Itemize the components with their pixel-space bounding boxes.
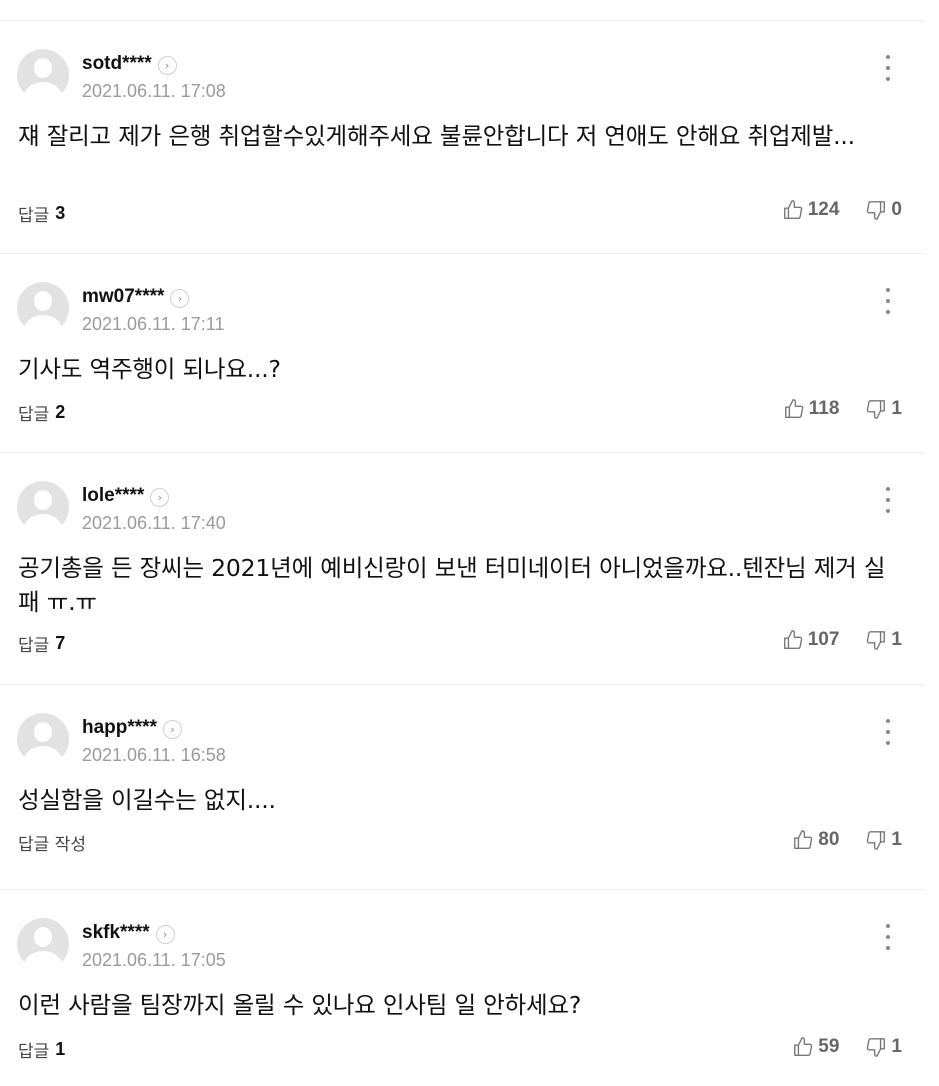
comment-timestamp: 2021.06.11. 17:08 xyxy=(82,81,226,101)
avatar[interactable] xyxy=(17,481,69,533)
more-vertical-icon[interactable] xyxy=(878,288,898,314)
dislike-button[interactable]: 1 xyxy=(865,629,902,651)
comment-item: mw07**** › 2021.06.11. 17:11 기사도 역주행이 되나… xyxy=(0,254,924,453)
avatar[interactable] xyxy=(17,282,69,334)
comment-text: 성실함을 이길수는 없지.... xyxy=(18,786,276,814)
reply-count: 2 xyxy=(55,402,66,422)
comment-item: lole**** › 2021.06.11. 17:40 공기총을 든 장씨는 … xyxy=(0,453,924,685)
like-count: 107 xyxy=(807,629,840,650)
avatar[interactable] xyxy=(17,918,69,970)
reply-label: 답글 xyxy=(18,206,50,226)
reply-label: 답글 xyxy=(18,636,50,656)
like-count: 124 xyxy=(807,199,840,220)
chevron-right-icon[interactable]: › xyxy=(155,925,175,944)
thumbs-up-icon xyxy=(783,200,802,219)
dislike-count: 0 xyxy=(891,199,902,220)
comment-item: happ**** › 2021.06.11. 16:58 성실함을 이길수는 없… xyxy=(0,685,924,890)
dislike-button[interactable]: 1 xyxy=(865,1036,902,1058)
dislike-count: 1 xyxy=(891,629,902,650)
comment-username[interactable]: lole**** xyxy=(82,485,144,507)
comment-text: 이런 사람을 팀장까지 올릴 수 있나요 인사팀 일 안하세요? xyxy=(18,991,582,1019)
reply-button[interactable]: 답글 3 xyxy=(18,201,65,226)
thumbs-down-icon xyxy=(867,400,886,419)
dislike-count: 1 xyxy=(891,398,902,419)
like-button[interactable]: 107 xyxy=(782,629,840,651)
like-button[interactable]: 118 xyxy=(783,398,840,420)
chevron-right-icon[interactable]: › xyxy=(162,720,182,739)
chevron-right-icon[interactable]: › xyxy=(150,488,170,507)
like-count: 118 xyxy=(808,398,840,419)
avatar[interactable] xyxy=(17,713,69,765)
like-button[interactable]: 59 xyxy=(792,1036,839,1058)
reply-label: 답글 작성 xyxy=(18,835,86,855)
comment-list: sotd**** › 2021.06.11. 17:08 쟤 잘리고 제가 은행… xyxy=(0,0,939,1086)
thumbs-up-icon xyxy=(784,399,804,418)
like-button[interactable]: 80 xyxy=(792,829,839,851)
dislike-count: 1 xyxy=(891,829,902,850)
like-button[interactable]: 124 xyxy=(782,199,840,221)
thumbs-down-icon xyxy=(867,1038,886,1057)
more-vertical-icon[interactable] xyxy=(878,719,898,745)
more-vertical-icon[interactable] xyxy=(878,487,898,513)
dislike-button[interactable]: 1 xyxy=(865,398,902,420)
reply-count: 1 xyxy=(55,1039,66,1059)
reply-button[interactable]: 답글 2 xyxy=(18,400,65,425)
avatar[interactable] xyxy=(17,49,69,101)
comment-text: 쟤 잘리고 제가 은행 취업할수있게해주세요 불륜안합니다 저 연애도 안해요 … xyxy=(18,122,855,150)
thumbs-up-icon xyxy=(794,1037,813,1056)
like-count: 59 xyxy=(818,1036,840,1057)
comment-username[interactable]: happ**** xyxy=(82,717,157,739)
reply-count: 3 xyxy=(55,203,66,223)
more-vertical-icon[interactable] xyxy=(878,55,898,81)
more-vertical-icon[interactable] xyxy=(878,924,898,950)
thumbs-up-icon xyxy=(794,830,813,849)
chevron-right-icon[interactable]: › xyxy=(157,56,177,75)
comment-timestamp: 2021.06.11. 17:40 xyxy=(82,513,226,533)
reply-label: 답글 xyxy=(18,405,50,425)
reply-label: 답글 xyxy=(18,1042,50,1062)
chevron-right-icon[interactable]: › xyxy=(170,289,190,308)
comment-item: skfk**** › 2021.06.11. 17:05 이런 사람을 팀장까지… xyxy=(0,890,924,1086)
comment-timestamp: 2021.06.11. 16:58 xyxy=(82,745,226,765)
dislike-count: 1 xyxy=(891,1036,902,1057)
reply-button[interactable]: 답글 7 xyxy=(18,631,65,656)
comment-item: sotd**** › 2021.06.11. 17:08 쟤 잘리고 제가 은행… xyxy=(0,21,924,254)
comment-text: 공기총을 든 장씨는 2021년에 예비신랑이 보낸 터미네이터 아니었을까요.… xyxy=(18,554,886,616)
comment-username[interactable]: sotd**** xyxy=(82,53,152,75)
dislike-button[interactable]: 1 xyxy=(865,829,902,851)
thumbs-down-icon xyxy=(867,201,886,220)
reply-button[interactable]: 답글 작성 xyxy=(18,830,92,855)
reply-count: 7 xyxy=(55,633,66,653)
like-count: 80 xyxy=(818,829,840,850)
comment-timestamp: 2021.06.11. 17:05 xyxy=(82,950,226,970)
comment-username[interactable]: mw07**** xyxy=(82,286,164,308)
reply-button[interactable]: 답글 1 xyxy=(18,1037,65,1062)
thumbs-down-icon xyxy=(867,631,886,650)
thumbs-up-icon xyxy=(783,630,802,649)
comment-username[interactable]: skfk**** xyxy=(82,922,150,944)
comment-text: 기사도 역주행이 되나요...? xyxy=(18,355,281,383)
thumbs-down-icon xyxy=(867,831,886,850)
dislike-button[interactable]: 0 xyxy=(865,199,902,221)
comment-timestamp: 2021.06.11. 17:11 xyxy=(82,314,225,334)
